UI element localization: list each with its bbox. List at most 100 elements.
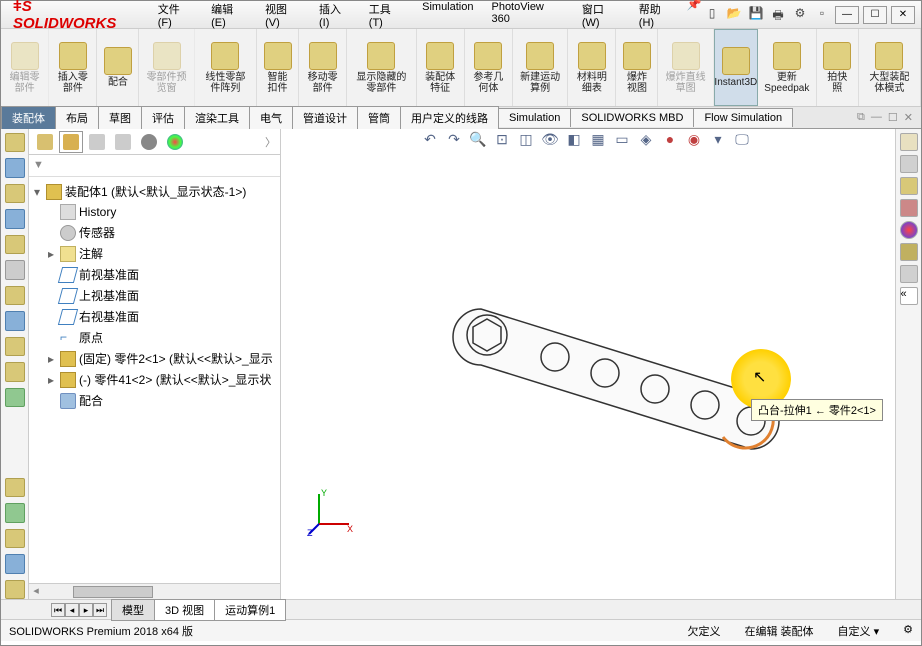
- blank-icon[interactable]: ▫: [813, 6, 831, 24]
- command-tab-9[interactable]: Simulation: [498, 108, 571, 127]
- tree-expand-icon[interactable]: 〉: [265, 134, 276, 150]
- ltool-3[interactable]: [5, 184, 25, 203]
- command-tab-1[interactable]: 布局: [55, 106, 99, 129]
- menu-photoview[interactable]: PhotoView 360: [483, 0, 571, 33]
- menu-insert[interactable]: 插入(I): [311, 0, 359, 33]
- command-tab-4[interactable]: 渲染工具: [184, 106, 250, 129]
- ltool-4[interactable]: [5, 209, 25, 228]
- tree-item-1[interactable]: 传感器: [31, 222, 278, 243]
- tree-item-7[interactable]: ▸(固定) 零件2<1> (默认<<默认>_显示: [31, 348, 278, 369]
- ribbon-1[interactable]: 插入零部件: [49, 29, 97, 106]
- rtool-4[interactable]: [900, 199, 918, 217]
- ltool-11[interactable]: [5, 388, 25, 407]
- open-doc-icon[interactable]: 📂: [725, 6, 743, 24]
- vtool-appear-icon[interactable]: ●: [661, 131, 679, 149]
- tree-item-8[interactable]: ▸(-) 零件41<2> (默认<<默认>_显示状: [31, 369, 278, 390]
- vtool-display-icon[interactable]: ◧: [565, 131, 583, 149]
- ribbon-14[interactable]: Instant3D: [714, 29, 758, 106]
- ribbon-6[interactable]: 移动零部件: [299, 29, 347, 106]
- vtool-settings-icon[interactable]: ▾: [709, 131, 727, 149]
- menu-tools[interactable]: 工具(T): [361, 0, 412, 33]
- ltool-10[interactable]: [5, 362, 25, 381]
- tree-tab-6[interactable]: [163, 131, 187, 153]
- tree-item-0[interactable]: History: [31, 202, 278, 222]
- bottom-tab-motion[interactable]: 运动算例1: [214, 599, 286, 621]
- vtool-render-icon[interactable]: 🖵: [733, 131, 751, 149]
- tree-tab-5[interactable]: [137, 131, 161, 153]
- ltool-2[interactable]: [5, 158, 25, 177]
- tree-item-2[interactable]: ▸注解: [31, 243, 278, 264]
- btab-last[interactable]: ⏭: [93, 603, 107, 617]
- command-tab-11[interactable]: Flow Simulation: [693, 108, 793, 127]
- vtool-zoom-icon[interactable]: 🔍: [469, 131, 487, 149]
- btab-next[interactable]: ▸: [79, 603, 93, 617]
- tree-root[interactable]: ▾ 装配体1 (默认<默认_显示状态-1>): [31, 181, 278, 202]
- menu-simulation[interactable]: Simulation: [414, 0, 481, 33]
- ribbon-15[interactable]: 更新Speedpak: [758, 29, 817, 106]
- rtool-expand[interactable]: «: [900, 287, 918, 305]
- status-custom[interactable]: 自定义 ▾: [838, 623, 880, 639]
- vtool-view-icon[interactable]: 👁: [541, 131, 559, 149]
- doc-max-icon[interactable]: ☐: [888, 111, 898, 124]
- ribbon-17[interactable]: 大型装配体模式: [859, 29, 921, 106]
- tree-item-9[interactable]: 配合: [31, 390, 278, 411]
- command-tab-7[interactable]: 管筒: [357, 106, 401, 129]
- rtool-6[interactable]: [900, 243, 918, 261]
- vtool-edge-icon[interactable]: ▭: [613, 131, 631, 149]
- ribbon-7[interactable]: 显示隐藏的零部件: [347, 29, 416, 106]
- command-tab-10[interactable]: SOLIDWORKS MBD: [570, 108, 694, 127]
- menu-window[interactable]: 窗口(W): [574, 0, 629, 33]
- command-tab-5[interactable]: 电气: [249, 106, 293, 129]
- ltool-1[interactable]: [5, 133, 25, 152]
- ribbon-5[interactable]: 智能扣件: [257, 29, 299, 106]
- ltool-12[interactable]: [5, 478, 25, 497]
- status-gear-icon[interactable]: ⚙: [903, 623, 913, 639]
- ribbon-2[interactable]: 配合: [97, 29, 139, 106]
- command-tab-0[interactable]: 装配体: [1, 106, 56, 129]
- bottom-tab-3dview[interactable]: 3D 视图: [154, 599, 215, 621]
- ribbon-9[interactable]: 参考几何体: [465, 29, 513, 106]
- command-tab-8[interactable]: 用户定义的线路: [400, 106, 499, 129]
- btab-first[interactable]: ⏮: [51, 603, 65, 617]
- ltool-9[interactable]: [5, 337, 25, 356]
- ltool-13[interactable]: [5, 503, 25, 522]
- rtool-3[interactable]: [900, 177, 918, 195]
- ltool-6[interactable]: [5, 260, 25, 279]
- ltool-14[interactable]: [5, 529, 25, 548]
- ribbon-16[interactable]: 拍快照: [817, 29, 859, 106]
- vtool-zoomfit-icon[interactable]: ⊡: [493, 131, 511, 149]
- scroll-thumb[interactable]: [73, 586, 153, 598]
- rtool-2[interactable]: [900, 155, 918, 173]
- bottom-tab-model[interactable]: 模型: [111, 599, 155, 621]
- rtool-5[interactable]: [900, 221, 918, 239]
- tree-hscroll[interactable]: ◂: [29, 583, 280, 599]
- menu-view[interactable]: 视图(V): [257, 0, 309, 33]
- ribbon-12[interactable]: 爆炸视图: [616, 29, 658, 106]
- ribbon-8[interactable]: 装配体特征: [417, 29, 465, 106]
- command-tab-2[interactable]: 草图: [98, 106, 142, 129]
- new-doc-icon[interactable]: ▯: [703, 6, 721, 24]
- menu-edit[interactable]: 编辑(E): [203, 0, 255, 33]
- btab-prev[interactable]: ◂: [65, 603, 79, 617]
- rtool-home-icon[interactable]: [900, 133, 918, 151]
- vtool-rotate-icon[interactable]: ↶: [421, 131, 439, 149]
- vtool-section-icon[interactable]: ◫: [517, 131, 535, 149]
- tree-item-6[interactable]: ⌐原点: [31, 327, 278, 348]
- maximize-button[interactable]: ☐: [863, 6, 887, 24]
- ltool-16[interactable]: [5, 580, 25, 599]
- doc-close-icon[interactable]: ✕: [904, 111, 913, 124]
- tree-tab-4[interactable]: [111, 131, 135, 153]
- command-tab-3[interactable]: 评估: [141, 106, 185, 129]
- ltool-7[interactable]: [5, 286, 25, 305]
- ltool-5[interactable]: [5, 235, 25, 254]
- vtool-redo-icon[interactable]: ↷: [445, 131, 463, 149]
- vtool-hide-icon[interactable]: ◈: [637, 131, 655, 149]
- tree-item-4[interactable]: 上视基准面: [31, 285, 278, 306]
- ltool-15[interactable]: [5, 554, 25, 573]
- ribbon-11[interactable]: 材料明细表: [568, 29, 616, 106]
- tree-tab-2[interactable]: [59, 131, 83, 153]
- doc-restore-icon[interactable]: ⧉: [857, 111, 865, 124]
- menu-help[interactable]: 帮助(H): [631, 0, 684, 33]
- rtool-7[interactable]: [900, 265, 918, 283]
- options-icon[interactable]: ⚙: [791, 6, 809, 24]
